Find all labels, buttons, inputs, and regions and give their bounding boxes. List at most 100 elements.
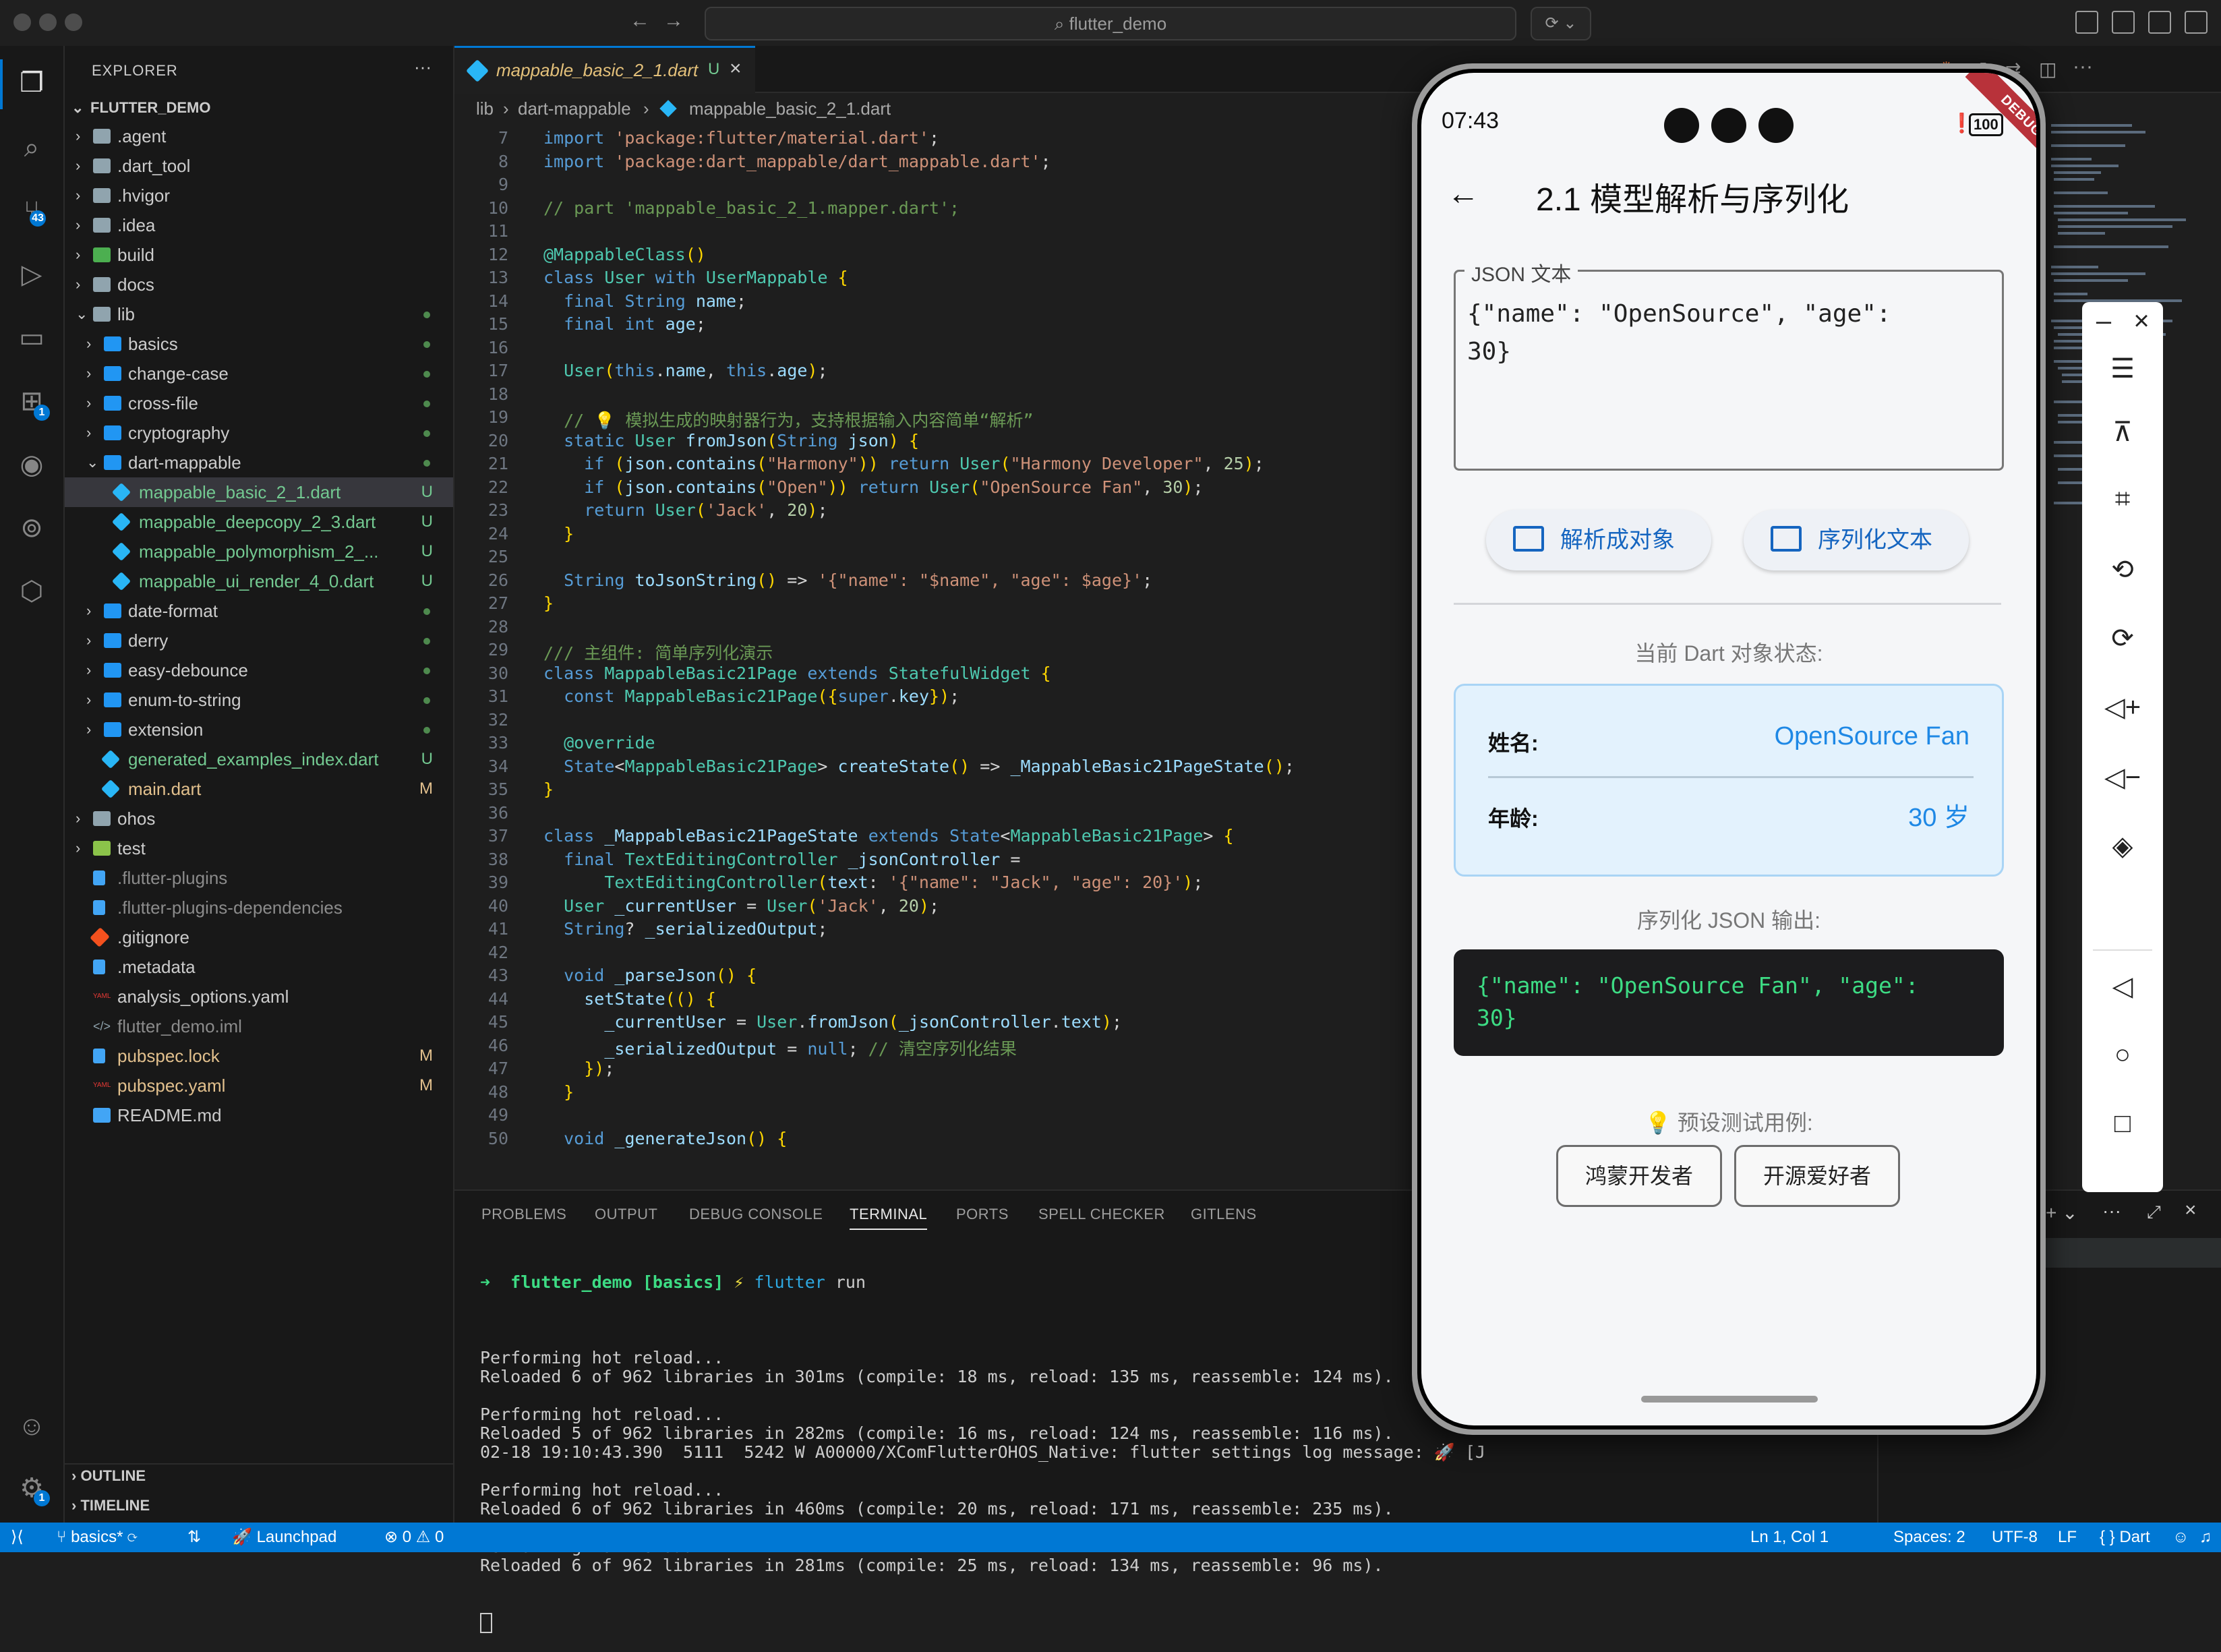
tree-item[interactable]: › .hvigor [65,181,453,210]
tab-terminal[interactable]: TERMINAL [850,1206,928,1230]
more-actions-icon[interactable]: ··· [2102,1200,2121,1222]
tab-output[interactable]: OUTPUT [595,1206,657,1223]
recents-square-icon[interactable]: □ [2082,1109,2163,1139]
launchpad-button[interactable]: 🚀 Launchpad [232,1523,336,1552]
pin-icon[interactable]: ⊼ [2082,417,2163,448]
serialize-button[interactable]: 序列化文本 [1744,510,1969,570]
tree-item[interactable]: YAML analysis_options.yaml [65,982,453,1011]
tree-item[interactable]: .gitignore [65,922,453,952]
close-icon[interactable]: × [2101,306,2182,336]
tree-item[interactable]: › enum-to-string [65,685,453,715]
tree-item[interactable]: mappable_deepcopy_2_3.dart U [65,507,453,537]
containers-icon[interactable]: ⬡ [13,573,50,610]
tree-item[interactable]: › test [65,833,453,863]
back-arrow-icon[interactable]: ← [1447,175,1479,212]
tab-mappable-basic[interactable]: mappable_basic_2_1.dart U × [454,46,755,94]
tab-debug-console[interactable]: DEBUG CONSOLE [689,1206,823,1223]
tree-item[interactable]: main.dart M [65,774,453,804]
tree-item[interactable]: ⌄ lib [65,299,453,329]
tab-gitlens[interactable]: GITLENS [1191,1206,1257,1223]
tree-item[interactable]: ⌄ dart-mappable [65,448,453,477]
preset-opensource-button[interactable]: 开源爱好者 [1734,1145,1900,1207]
more-actions-icon[interactable]: ··· [414,57,432,78]
close-tab-icon[interactable]: × [730,57,742,80]
home-indicator[interactable] [1641,1396,1818,1403]
outline-section[interactable]: › OUTLINE [71,1467,146,1485]
tree-item[interactable]: › ohos [65,804,453,833]
git-graph-icon[interactable]: ⊚ [13,510,50,546]
breadcrumb-file[interactable]: mappable_basic_2_1.dart [689,94,891,123]
tree-item[interactable]: mappable_basic_2_1.dart U [65,477,453,507]
back-arrow-icon[interactable]: ← [630,9,650,32]
preset-harmony-button[interactable]: 鸿蒙开发者 [1556,1145,1722,1207]
code-editor[interactable]: 7 import 'package:flutter/material.dart';… [454,128,1412,1187]
maximize-panel-icon[interactable]: ⤢ [2147,1202,2161,1223]
tree-item[interactable]: › derry [65,626,453,655]
minimize-window-button[interactable] [39,13,57,31]
tree-item[interactable]: mappable_ui_render_4_0.dart U [65,566,453,596]
toggle-sidebar-icon[interactable] [2112,11,2135,34]
tree-item[interactable]: › cryptography [65,418,453,448]
forward-arrow-icon[interactable]: → [663,9,684,32]
tree-item[interactable]: .flutter-plugins-dependencies [65,893,453,922]
account-icon[interactable]: ☺ [13,1408,50,1444]
close-window-button[interactable] [13,13,31,31]
tree-item[interactable]: YAML pubspec.yaml M [65,1071,453,1100]
line-ending[interactable]: LF [2058,1523,2077,1552]
toggle-panel-icon[interactable] [2148,11,2171,34]
project-header[interactable]: ⌄ FLUTTER_DEMO [65,94,453,121]
copilot-icon[interactable]: ☺ [2172,1523,2189,1552]
tree-item[interactable]: .metadata [65,952,453,982]
more-actions-icon[interactable]: ··· [2073,55,2093,78]
volume-down-icon[interactable]: ◁− [2082,762,2163,793]
home-circle-icon[interactable]: ○ [2082,1040,2163,1070]
command-center-search[interactable]: ⌕ flutter_demo [705,7,1516,40]
split-editor-icon[interactable]: ◫ [2039,58,2056,80]
toggle-secondary-sidebar-icon[interactable] [2185,11,2208,34]
branch-indicator[interactable]: ⑂ basics* ⟳ [57,1523,138,1552]
tree-item[interactable]: </> flutter_demo.iml [65,1011,453,1041]
rotate-icon[interactable]: ⟲ [2082,554,2163,585]
parse-button[interactable]: 解析成对象 [1486,510,1711,570]
language-mode[interactable]: { } Dart [2100,1523,2150,1552]
back-triangle-icon[interactable]: ◁ [2082,971,2163,1002]
tree-item[interactable]: › basics [65,329,453,359]
notifications-bell-icon[interactable]: ♫ [2199,1523,2212,1552]
tree-item[interactable]: › date-format [65,596,453,626]
tree-item[interactable]: › extension [65,715,453,744]
rotate-right-icon[interactable]: ⟳ [2082,623,2163,654]
timeline-section[interactable]: › TIMELINE [71,1497,150,1514]
gitlens-icon[interactable]: ◉ [13,446,50,483]
copilot-chat-button[interactable]: ⟳ ⌄ [1531,7,1591,40]
tree-item[interactable]: mappable_polymorphism_2_... U [65,537,453,566]
tree-item[interactable]: › build [65,240,453,270]
sync-icon[interactable]: ⇅ [187,1523,201,1552]
explorer-icon[interactable]: ❐ [13,65,50,101]
tree-item[interactable]: › docs [65,270,453,299]
tab-problems[interactable]: PROBLEMS [481,1206,566,1223]
tree-item[interactable]: › .dart_tool [65,151,453,181]
cursor-position[interactable]: Ln 1, Col 1 [1750,1523,1829,1552]
remote-explorer-icon[interactable]: ▭ [13,320,50,356]
volume-up-icon[interactable]: ◁+ [2082,692,2163,723]
crop-icon[interactable]: ⌗ [2082,484,2163,514]
tree-item[interactable]: generated_examples_index.dart U [65,744,453,774]
search-icon[interactable]: ⌕ [13,129,50,166]
remote-icon[interactable]: ⟩⟨ [11,1523,24,1552]
json-field-text[interactable]: {"name": "OpenSource", "age": 30} [1467,295,1993,371]
tree-item[interactable]: › change-case [65,359,453,388]
screenshot-icon[interactable]: ◈ [2082,831,2163,862]
menu-icon[interactable]: ☰ [2082,353,2163,384]
tree-item[interactable]: › easy-debounce [65,655,453,685]
breadcrumb-folder[interactable]: dart-mappable [518,94,631,123]
tree-item[interactable]: › .idea [65,210,453,240]
tree-item[interactable]: .flutter-plugins [65,863,453,893]
tree-item[interactable]: README.md [65,1100,453,1130]
encoding[interactable]: UTF-8 [1992,1523,2038,1552]
tree-item[interactable]: › cross-file [65,388,453,418]
layout-customize-icon[interactable] [2075,11,2098,34]
zoom-window-button[interactable] [65,13,82,31]
indentation[interactable]: Spaces: 2 [1893,1523,1965,1552]
run-debug-icon[interactable]: ▷ [13,256,50,293]
tree-item[interactable]: pubspec.lock M [65,1041,453,1071]
